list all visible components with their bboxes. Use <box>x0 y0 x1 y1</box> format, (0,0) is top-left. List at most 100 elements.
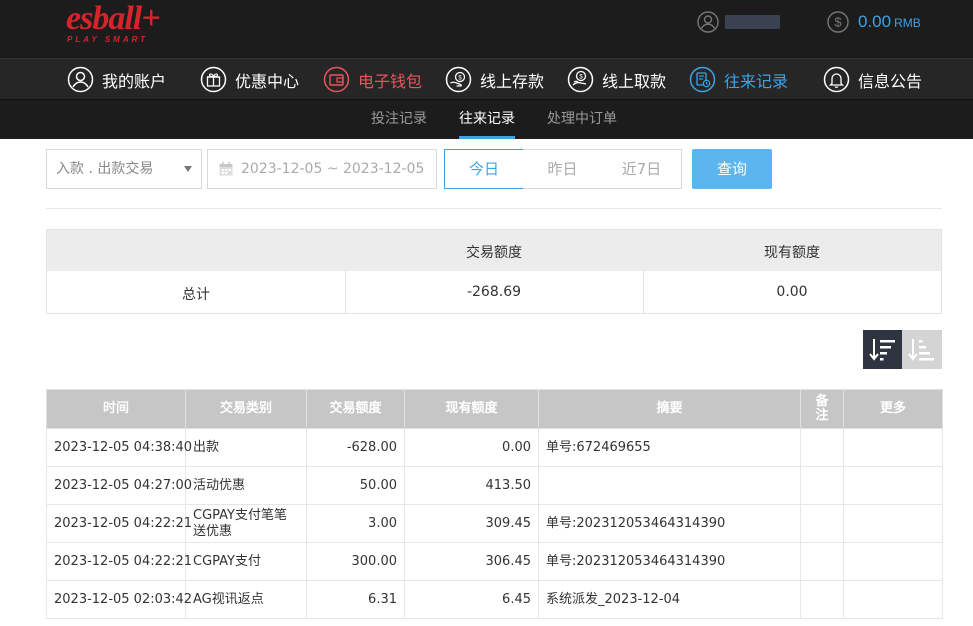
withdraw-icon: $ <box>567 66 594 93</box>
cell-balance: 6.45 <box>404 580 539 619</box>
nav-label: 电子钱包 <box>358 71 423 91</box>
yesterday-button[interactable]: 昨日 <box>523 149 603 189</box>
cell-more <box>843 580 943 619</box>
col-header-time: 时间 <box>46 389 186 429</box>
cell-time: 2023-12-05 04:27:00 <box>46 466 192 505</box>
cell-summary: 单号:202312053464314390 <box>538 504 801 543</box>
cell-balance: 413.50 <box>404 466 539 505</box>
col-header-balance: 现有额度 <box>404 389 539 429</box>
transaction-type-select[interactable]: 入款 . 出款交易 <box>46 149 202 189</box>
cell-time: 2023-12-05 04:38:40 <box>46 428 192 467</box>
cell-summary: 系统派发_2023-12-04 <box>538 580 801 619</box>
summary-total-amount: -268.69 <box>466 284 522 300</box>
cell-type: AG视讯返点 <box>185 580 307 619</box>
cell-balance: 306.45 <box>404 542 539 581</box>
cell-remark <box>800 580 844 619</box>
top-bar: esball+ PLAY SMART $ 0.00 RMB <box>0 0 973 58</box>
summary-table: 交易额度 现有额度 总计 -268.69 0.00 <box>46 229 942 314</box>
nav-announcements[interactable]: 信息公告 <box>823 59 922 100</box>
cell-more <box>843 466 943 505</box>
table-row: 2023-12-05 04:27:00 活动优惠 50.00 413.50 <box>46 466 943 505</box>
col-header-summary: 摘要 <box>538 389 801 429</box>
gift-icon <box>200 66 227 93</box>
subtab-bet-records[interactable]: 投注记录 <box>371 100 427 139</box>
cell-balance: 0.00 <box>404 428 539 467</box>
search-button[interactable]: 查询 <box>692 149 772 189</box>
summary-header-balance: 现有额度 <box>764 245 820 261</box>
cell-more <box>843 428 943 467</box>
username-masked <box>725 15 780 29</box>
date-range-value: 2023-12-05 ~ 2023-12-05 <box>241 161 425 177</box>
nav-online-withdraw[interactable]: $ 线上取款 <box>567 59 666 100</box>
transaction-table: 时间 交易类别 交易额度 现有额度 摘要 备注 更多 2023-12-05 04… <box>46 389 943 619</box>
balance-unit: RMB <box>894 16 921 30</box>
sort-ascending-button[interactable] <box>902 330 942 369</box>
dollar-circle-icon: $ <box>827 11 849 33</box>
cell-amount: 300.00 <box>306 542 405 581</box>
cell-remark <box>800 542 844 581</box>
sort-descending-button[interactable] <box>863 330 902 369</box>
cell-type: 出款 <box>185 428 307 467</box>
user-circle-icon[interactable] <box>697 11 719 33</box>
transaction-type-value: 入款 . 出款交易 <box>56 161 154 177</box>
cell-amount: 50.00 <box>306 466 405 505</box>
cell-amount: 6.31 <box>306 580 405 619</box>
today-button[interactable]: 今日 <box>444 149 524 189</box>
sort-ascending-icon <box>908 339 934 361</box>
date-range-input[interactable]: 2023-12-05 ~ 2023-12-05 <box>207 149 437 189</box>
cell-amount: 3.00 <box>306 504 405 543</box>
records-icon <box>689 66 716 93</box>
cell-remark <box>800 428 844 467</box>
cell-time: 2023-12-05 02:03:42 <box>46 580 192 619</box>
cell-type: 活动优惠 <box>185 466 307 505</box>
nav-e-wallet[interactable]: 电子钱包 <box>323 59 422 100</box>
bell-icon <box>823 66 850 93</box>
nav-online-deposit[interactable]: $ 线上存款 <box>445 59 544 100</box>
wallet-icon <box>323 66 350 93</box>
nav-label: 线上存款 <box>480 71 545 91</box>
balance-value: 0.00 <box>858 12 892 31</box>
esball-logo[interactable]: esball+ PLAY SMART <box>66 0 176 45</box>
nav-label: 线上取款 <box>602 71 667 91</box>
cell-remark <box>800 504 844 543</box>
svg-text:$: $ <box>834 15 842 30</box>
nav-my-account[interactable]: 我的账户 <box>67 59 166 100</box>
nav-label: 我的账户 <box>102 71 167 91</box>
subtab-transaction-records[interactable]: 往来记录 <box>459 100 515 139</box>
summary-header-amount: 交易额度 <box>466 245 522 261</box>
table-row: 2023-12-05 04:22:21 CGPAY支付笔笔送优惠 3.00 30… <box>46 504 943 543</box>
chevron-down-icon <box>184 166 192 172</box>
cell-more <box>843 504 943 543</box>
table-row: 2023-12-05 02:03:42 AG视讯返点 6.31 6.45 系统派… <box>46 580 943 619</box>
cell-more <box>843 542 943 581</box>
subtab-pending-orders[interactable]: 处理中订单 <box>547 100 617 139</box>
table-row: 2023-12-05 04:22:21 CGPAY支付 300.00 306.4… <box>46 542 943 581</box>
table-header-row: 时间 交易类别 交易额度 现有额度 摘要 备注 更多 <box>46 389 943 429</box>
sub-nav: 投注记录 往来记录 处理中订单 <box>0 100 973 139</box>
col-header-more: 更多 <box>843 389 943 429</box>
cell-summary: 单号:672469655 <box>538 428 801 467</box>
account-balance: 0.00 RMB <box>858 12 921 33</box>
nav-transaction-records[interactable]: 往来记录 <box>689 59 788 100</box>
divider <box>46 208 942 209</box>
deposit-icon: $ <box>445 66 472 93</box>
summary-total-label: 总计 <box>182 287 210 303</box>
sort-descending-icon <box>869 339 895 361</box>
nav-label: 优惠中心 <box>235 71 300 91</box>
cell-remark <box>800 466 844 505</box>
summary-total-balance: 0.00 <box>776 284 808 300</box>
logo-tagline: PLAY SMART <box>67 35 149 44</box>
cell-type: CGPAY支付笔笔送优惠 <box>185 504 307 543</box>
calendar-icon <box>219 162 233 176</box>
last-7-days-button[interactable]: 近7日 <box>602 149 682 189</box>
main-nav: 我的账户 优惠中心 电子钱包 $ 线上存款 $ 线上取款 往来记录 信息公告 <box>0 58 973 100</box>
logo-text: esball+ <box>66 0 161 37</box>
nav-label: 信息公告 <box>858 71 923 91</box>
table-row: 2023-12-05 04:38:40 出款 -628.00 0.00 单号:6… <box>46 428 943 467</box>
cell-type: CGPAY支付 <box>185 542 307 581</box>
cell-time: 2023-12-05 04:22:21 <box>46 504 192 543</box>
nav-promotions[interactable]: 优惠中心 <box>200 59 299 100</box>
cell-summary <box>538 466 801 505</box>
col-header-remark: 备注 <box>800 389 844 429</box>
col-header-type: 交易类别 <box>185 389 307 429</box>
